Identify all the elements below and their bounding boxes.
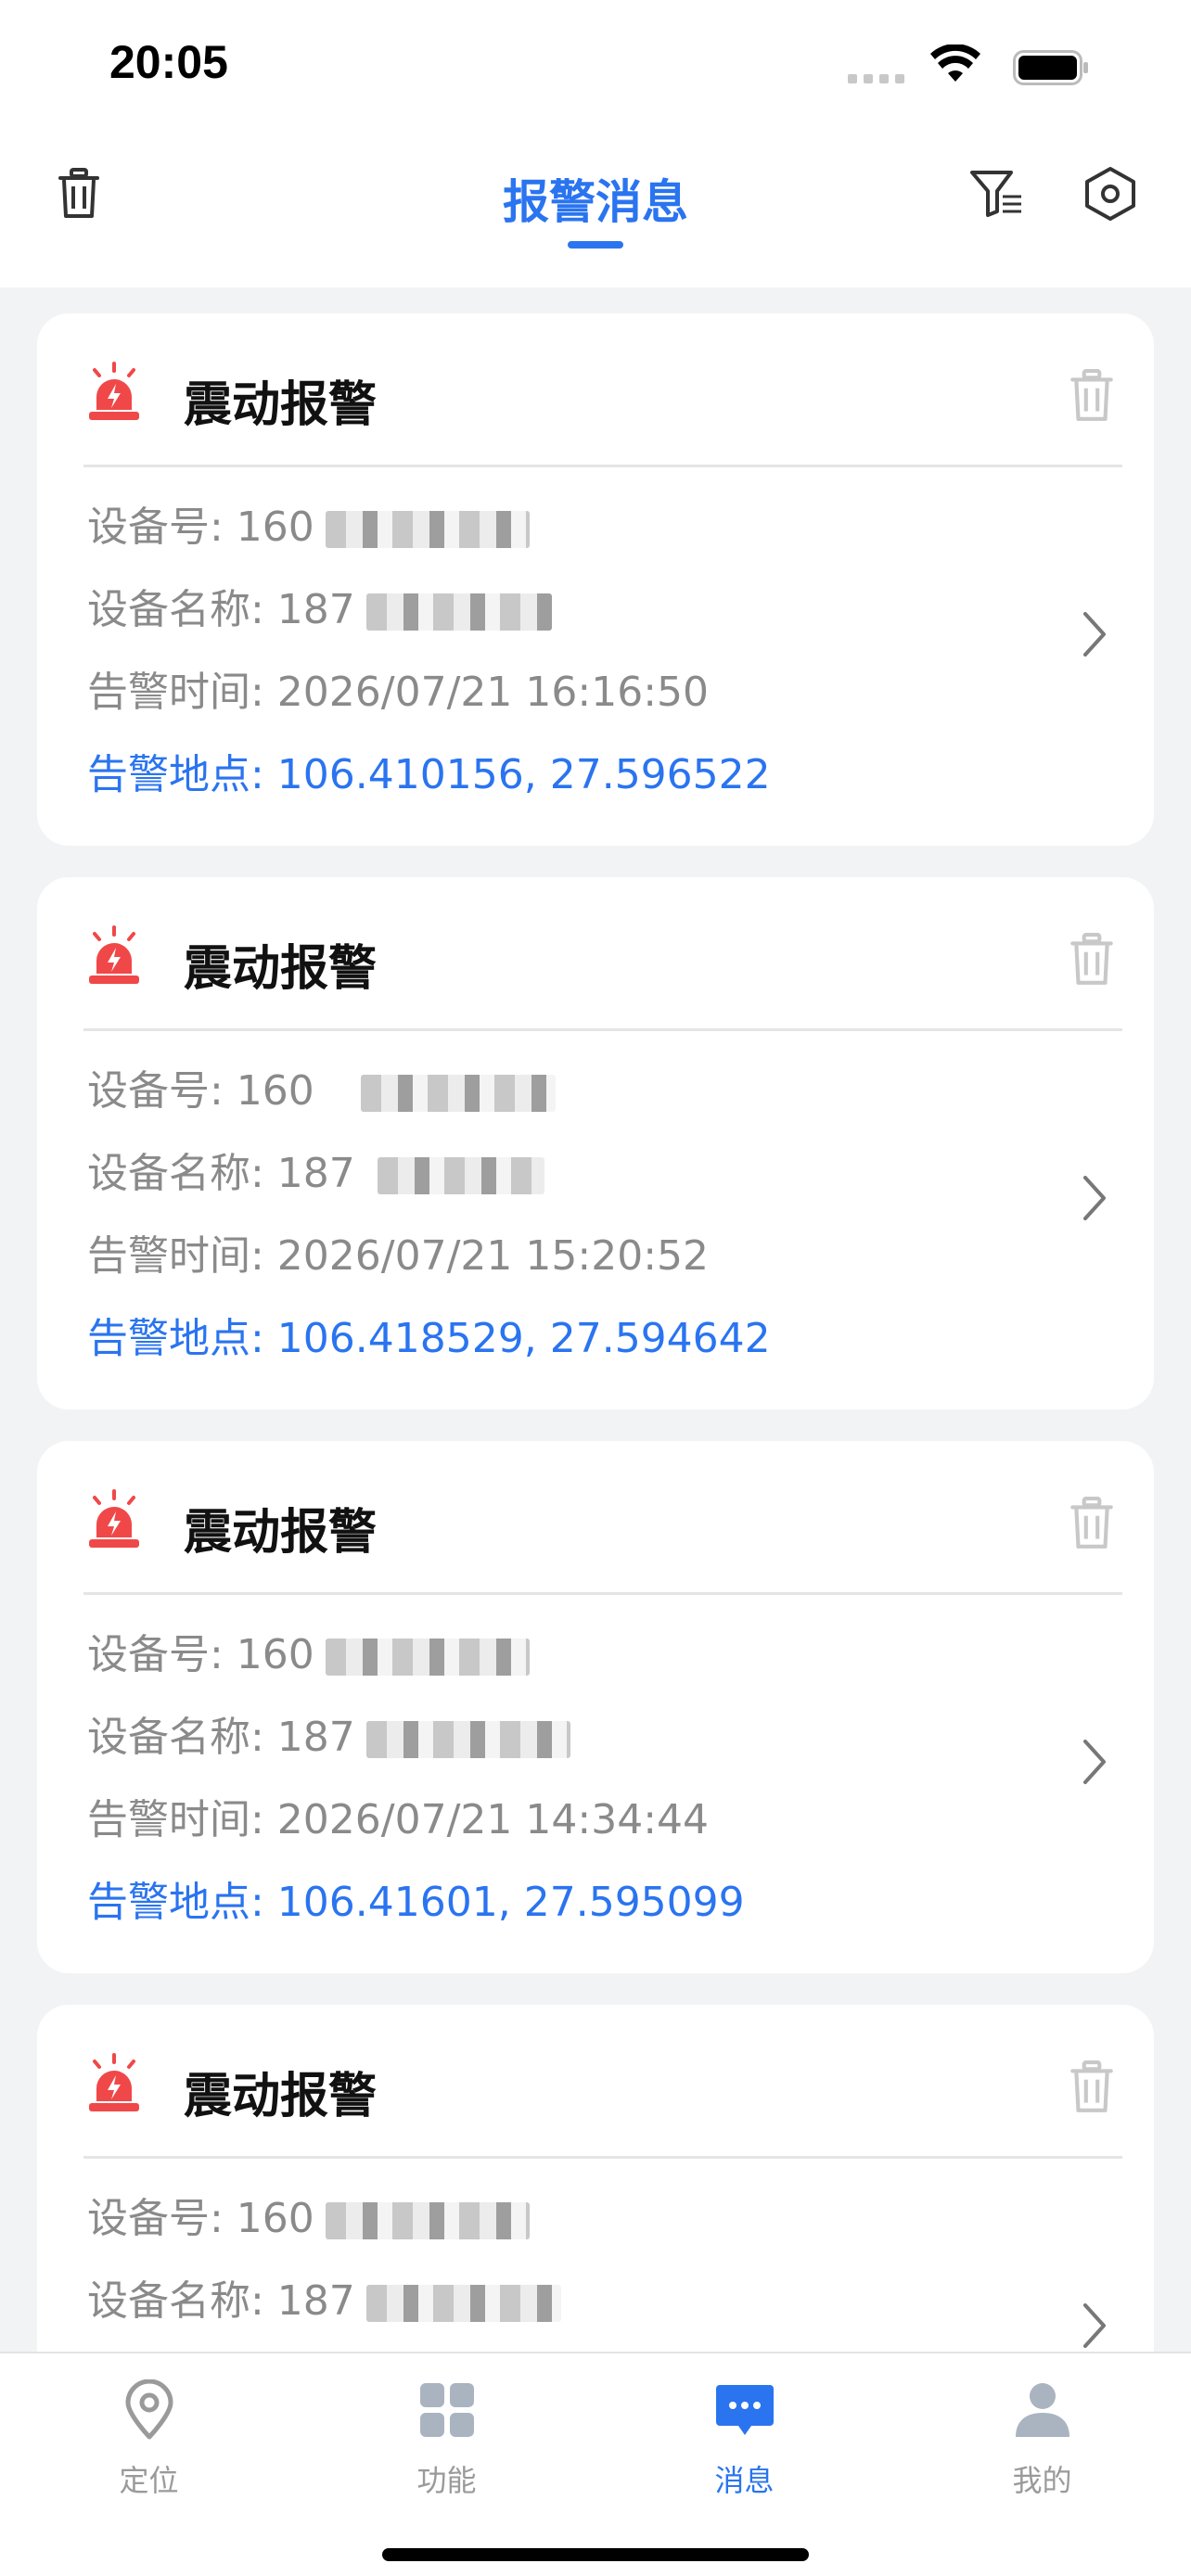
grid-icon [420, 2383, 474, 2437]
tab-label: 消息 [714, 2463, 775, 2498]
trash-icon[interactable] [1069, 2060, 1115, 2114]
redacted-value [325, 511, 530, 548]
location-pin-icon [125, 2379, 173, 2440]
settings-button[interactable] [1078, 161, 1143, 226]
device-number-row: 设备号: 160 [87, 1621, 530, 1680]
bottom-tab-bar: 定位 功能 消息 我的 [0, 2352, 1191, 2576]
device-name-row: 设备名称: 187 [87, 1703, 570, 1763]
alarm-title: 震动报警 [184, 1505, 378, 1561]
alarm-location-link[interactable]: 告警地点: 106.41601, 27.595099 [87, 1868, 745, 1928]
redacted-value [377, 1157, 544, 1194]
alarm-siren-icon [89, 1489, 139, 1548]
alarm-card[interactable]: 震动报警 设备号: 160 设备名称: 187 告警时间: 2026/07/21… [37, 1441, 1154, 1973]
status-time: 20:05 [109, 36, 228, 88]
trash-icon[interactable] [1069, 1497, 1115, 1550]
redacted-value [325, 2202, 530, 2239]
device-number: 设备号: 160 [87, 2195, 314, 2242]
alarm-title: 震动报警 [184, 377, 378, 433]
cellular-signal-icon [848, 74, 905, 85]
card-divider [83, 1592, 1122, 1595]
card-divider [83, 1028, 1122, 1031]
device-name-row: 设备名称: 187 [87, 576, 552, 635]
filter-list-icon [970, 171, 1021, 217]
chevron-right-icon[interactable] [1080, 1174, 1109, 1222]
device-number: 设备号: 160 [87, 1067, 314, 1115]
trash-icon[interactable] [1069, 369, 1115, 423]
chevron-right-icon[interactable] [1080, 1738, 1109, 1786]
title-underline [568, 241, 623, 249]
trash-icon[interactable] [1069, 933, 1115, 987]
hexagon-settings-icon [1085, 167, 1135, 221]
card-divider [83, 2156, 1122, 2159]
tab-mine[interactable]: 我的 [893, 2353, 1191, 2502]
home-indicator [382, 2548, 809, 2561]
battery-icon [1013, 50, 1088, 85]
status-bar: 20:05 [0, 0, 1191, 130]
app-header: 报警消息 [0, 130, 1191, 287]
redacted-value [360, 1075, 556, 1112]
redacted-value [325, 1639, 530, 1676]
device-name: 设备名称: 187 [87, 586, 355, 633]
chevron-right-icon[interactable] [1080, 610, 1109, 658]
redacted-value [365, 593, 552, 631]
device-name: 设备名称: 187 [87, 1714, 355, 1761]
device-name-row: 设备名称: 187 [87, 2267, 561, 2327]
alarm-card[interactable]: 震动报警 设备号: 160 设备名称: 187 告警时间: 2026/07/21… [37, 313, 1154, 846]
tab-messages[interactable]: 消息 [596, 2353, 893, 2502]
message-icon [716, 2385, 774, 2435]
device-name: 设备名称: 187 [87, 1150, 355, 1197]
alarm-card[interactable]: 震动报警 设备号: 160 设备名称: 187 告警时间: 2026/07/21… [37, 877, 1154, 1409]
device-number: 设备号: 160 [87, 504, 314, 551]
alarm-siren-icon [89, 362, 139, 420]
tab-label: 定位 [119, 2463, 179, 2498]
person-icon [1016, 2383, 1069, 2437]
alarm-time: 告警时间: 2026/07/21 16:16:50 [87, 669, 710, 716]
tab-functions[interactable]: 功能 [298, 2353, 596, 2502]
alarm-location-link[interactable]: 告警地点: 106.410156, 27.596522 [87, 741, 771, 800]
device-number: 设备号: 160 [87, 1631, 314, 1678]
tab-label: 我的 [1012, 2463, 1072, 2498]
wifi-icon [930, 45, 980, 82]
alarm-location-link[interactable]: 告警地点: 106.418529, 27.594642 [87, 1305, 771, 1364]
alarm-title: 震动报警 [184, 2069, 378, 2124]
alarm-siren-icon [89, 925, 139, 984]
alarm-title: 震动报警 [184, 941, 378, 997]
chevron-right-icon[interactable] [1080, 2302, 1109, 2350]
alarm-time: 告警时间: 2026/07/21 14:34:44 [87, 1796, 710, 1843]
card-divider [83, 465, 1122, 467]
device-name: 设备名称: 187 [87, 2277, 355, 2325]
alarm-time: 告警时间: 2026/07/21 15:20:52 [87, 1232, 710, 1280]
alarm-siren-icon [89, 2053, 139, 2111]
status-icons [848, 45, 1117, 91]
tab-label: 功能 [416, 2463, 477, 2498]
redacted-value [365, 2285, 561, 2322]
device-number-row: 设备号: 160 [87, 493, 530, 553]
device-number-row: 设备号: 160 [87, 2185, 530, 2244]
filter-button[interactable] [965, 161, 1030, 226]
tab-location[interactable]: 定位 [0, 2353, 298, 2502]
device-number-row: 设备号: 160 [87, 1057, 556, 1116]
redacted-value [365, 1721, 570, 1758]
device-name-row: 设备名称: 187 [87, 1140, 544, 1199]
